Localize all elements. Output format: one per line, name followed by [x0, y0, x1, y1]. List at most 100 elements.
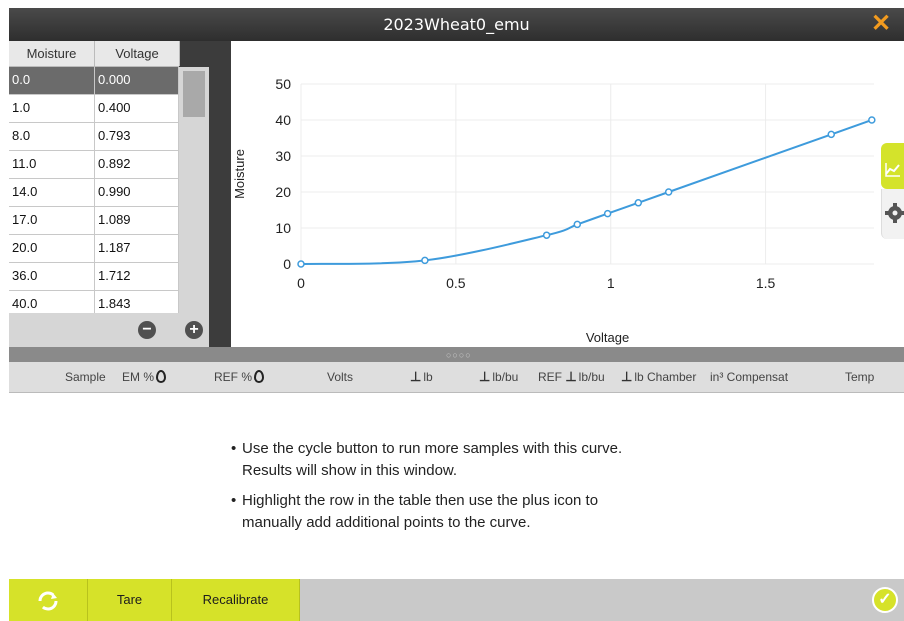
bottom-toolbar: Tare Recalibrate ✓ — [9, 579, 904, 621]
y-tick-label: 20 — [275, 184, 291, 200]
results-table-header: Sample EM % REF % Volts ⊥ lb ⊥ lb/bu REF ⊥… — [9, 362, 904, 393]
scrollbar-thumb[interactable] — [183, 71, 205, 117]
ref-lbbu-column-header[interactable]: REF ⊥ lb/bu — [538, 362, 605, 392]
data-point[interactable] — [827, 130, 836, 139]
x-tick-label: 1 — [607, 275, 615, 291]
voltage-cell[interactable]: 0.793 — [95, 123, 179, 150]
moisture-cell[interactable]: 17.0 — [9, 207, 95, 234]
bullet: • — [231, 440, 237, 457]
window-title: 2023Wheat0_emu — [383, 15, 530, 34]
check-circle-icon[interactable]: ✓ — [872, 587, 898, 613]
instruction-cycle: • Use the cycle button to run more sampl… — [231, 438, 622, 482]
chart-svg: 0 10 20 30 40 50 0 0.5 1 1.5 Voltage Moisture — [232, 76, 876, 345]
ref-label: REF % — [214, 370, 253, 384]
x-axis-label: Voltage — [586, 330, 629, 345]
bullet: • — [231, 492, 237, 509]
lbbu-column-header[interactable]: ⊥ lb/bu — [479, 362, 518, 392]
x-tick-label: 0.5 — [446, 275, 466, 291]
table-row[interactable]: 8.0 0.793 — [9, 123, 179, 151]
moisture-cell[interactable]: 1.0 — [9, 95, 95, 122]
data-point[interactable] — [603, 209, 612, 218]
minus-circle-icon[interactable]: − — [138, 321, 156, 339]
table-row[interactable]: 1.0 0.400 — [9, 95, 179, 123]
cycle-icon — [38, 591, 58, 611]
moisture-cell[interactable]: 11.0 — [9, 151, 95, 178]
table-row[interactable]: 11.0 0.892 — [9, 151, 179, 179]
x-tick-label: 0 — [297, 275, 305, 291]
calibration-window: 2023Wheat0_emu ✕ Moisture Voltage 0.0 0.0… — [0, 0, 904, 621]
recalibrate-button[interactable]: Recalibrate — [172, 579, 300, 621]
volts-column-header[interactable]: Volts — [327, 362, 353, 392]
voltage-cell[interactable]: 0.990 — [95, 179, 179, 206]
data-point[interactable] — [868, 116, 876, 124]
moisture-column-header[interactable]: Moisture — [9, 41, 95, 66]
settings-tab[interactable] — [881, 189, 904, 239]
title-bar: 2023Wheat0_emu ✕ — [9, 8, 904, 41]
sample-column-header[interactable]: Sample — [65, 362, 106, 392]
chart-icon — [885, 163, 900, 177]
table-row[interactable]: 0.0 0.000 — [9, 67, 179, 95]
lb-label: lb — [423, 370, 433, 384]
em-column-header[interactable]: EM % — [122, 362, 167, 392]
y-tick-label: 30 — [275, 148, 291, 164]
data-point[interactable] — [664, 188, 673, 196]
voltage-column-header[interactable]: Voltage — [95, 41, 180, 66]
instruction-add-line2: manually add additional points to the cu… — [242, 514, 531, 531]
moisture-cell[interactable]: 0.0 — [9, 67, 95, 94]
moisture-cell[interactable]: 14.0 — [9, 179, 95, 206]
tare-button[interactable]: Tare — [88, 579, 172, 621]
voltage-cell[interactable]: 1.089 — [95, 207, 179, 234]
lb-chamber-label: lb Chamber — [634, 370, 697, 384]
results-area: • Use the cycle button to run more sampl… — [9, 393, 904, 579]
table-row[interactable]: 36.0 1.712 — [9, 263, 179, 291]
y-tick-label: 0 — [283, 256, 291, 272]
moisture-drop-icon — [156, 370, 167, 383]
table-row[interactable]: 17.0 1.089 — [9, 207, 179, 235]
data-point[interactable] — [542, 231, 551, 239]
table-row[interactable]: 20.0 1.187 — [9, 235, 179, 263]
ref-column-header[interactable]: REF % — [214, 362, 265, 392]
voltage-cell[interactable]: 1.712 — [95, 263, 179, 290]
calibration-table-panel: Moisture Voltage 0.0 0.000 1.0 0.400 8.0 0.79… — [9, 41, 231, 347]
calibration-table: Moisture Voltage 0.0 0.000 1.0 0.400 8.0 0.79… — [9, 41, 180, 319]
cycle-button[interactable] — [9, 579, 88, 621]
instruction-cycle-line2: Results will show in this window. — [242, 462, 458, 479]
splitter-grip-icon[interactable]: ○○○○ — [446, 350, 472, 360]
moisture-drop-icon — [254, 370, 265, 383]
table-row[interactable]: 14.0 0.990 — [9, 179, 179, 207]
temp-column-header[interactable]: Temp — [845, 362, 874, 392]
instruction-cycle-line1: Use the cycle button to run more samples… — [242, 440, 623, 457]
data-point[interactable] — [634, 199, 643, 207]
plus-circle-icon[interactable]: + — [185, 321, 203, 339]
lb-column-header[interactable]: ⊥ lb — [410, 362, 433, 392]
close-icon[interactable]: ✕ — [867, 10, 895, 38]
weight-icon: ⊥ — [565, 369, 577, 384]
voltage-cell[interactable]: 0.892 — [95, 151, 179, 178]
data-point[interactable] — [573, 220, 582, 229]
chart-view-tab[interactable] — [881, 143, 904, 189]
ref-lbbu-label: lb/bu — [578, 370, 605, 384]
voltage-cell[interactable]: 0.400 — [95, 95, 179, 122]
moisture-cell[interactable]: 20.0 — [9, 235, 95, 262]
table-header: Moisture Voltage — [9, 41, 180, 67]
weight-icon: ⊥ — [621, 369, 633, 384]
voltage-cell[interactable]: 1.187 — [95, 235, 179, 262]
data-point[interactable] — [421, 256, 429, 265]
compensation-column-header[interactable]: in³ Compensat — [710, 362, 794, 392]
voltage-cell[interactable]: 0.000 — [95, 67, 179, 94]
table-scrollbar[interactable] — [179, 67, 209, 313]
x-tick-label: 1.5 — [756, 275, 776, 291]
instruction-add-point: • Highlight the row in the table then us… — [231, 490, 598, 534]
panel-splitter[interactable]: ○○○○ — [9, 347, 904, 362]
moisture-cell[interactable]: 8.0 — [9, 123, 95, 150]
lb-chamber-column-header[interactable]: ⊥ lb Chamber — [621, 362, 707, 392]
table-toolbar: − + — [9, 313, 209, 347]
y-axis-label: Moisture — [232, 149, 247, 199]
moisture-cell[interactable]: 36.0 — [9, 263, 95, 290]
y-tick-label: 50 — [275, 76, 291, 92]
y-tick-label: 10 — [275, 220, 291, 236]
data-point[interactable] — [297, 260, 305, 268]
instruction-add-line1: Highlight the row in the table then use … — [242, 492, 599, 509]
weight-icon: ⊥ — [479, 369, 491, 384]
gear-icon — [885, 203, 904, 223]
